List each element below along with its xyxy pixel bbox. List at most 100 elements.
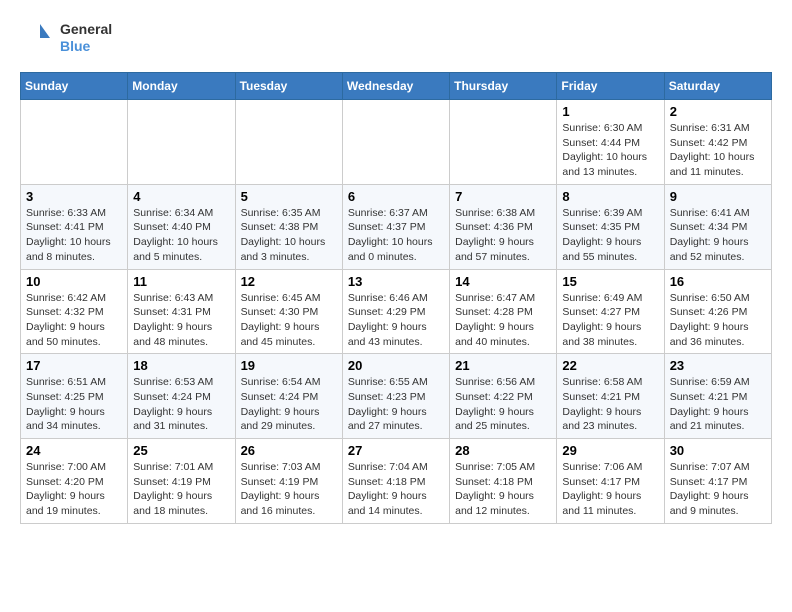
day-info: Sunrise: 6:31 AM Sunset: 4:42 PM Dayligh… (670, 121, 766, 180)
day-info: Sunrise: 6:47 AM Sunset: 4:28 PM Dayligh… (455, 291, 551, 350)
weekday-header: Saturday (664, 73, 771, 100)
day-number: 25 (133, 443, 229, 458)
day-info: Sunrise: 6:43 AM Sunset: 4:31 PM Dayligh… (133, 291, 229, 350)
day-info: Sunrise: 7:06 AM Sunset: 4:17 PM Dayligh… (562, 460, 658, 519)
day-info: Sunrise: 6:38 AM Sunset: 4:36 PM Dayligh… (455, 206, 551, 265)
day-number: 20 (348, 358, 444, 373)
day-info: Sunrise: 6:42 AM Sunset: 4:32 PM Dayligh… (26, 291, 122, 350)
weekday-header: Thursday (450, 73, 557, 100)
calendar-cell: 4 Sunrise: 6:34 AM Sunset: 4:40 PM Daylig… (128, 184, 235, 269)
calendar-cell: 24 Sunrise: 7:00 AM Sunset: 4:20 PM Dayli… (21, 439, 128, 524)
day-number: 27 (348, 443, 444, 458)
logo-svg (20, 20, 56, 56)
calendar-week-row: 10 Sunrise: 6:42 AM Sunset: 4:32 PM Dayli… (21, 269, 772, 354)
day-number: 21 (455, 358, 551, 373)
calendar-week-row: 3 Sunrise: 6:33 AM Sunset: 4:41 PM Daylig… (21, 184, 772, 269)
day-number: 9 (670, 189, 766, 204)
day-info: Sunrise: 6:53 AM Sunset: 4:24 PM Dayligh… (133, 375, 229, 434)
calendar-cell: 9 Sunrise: 6:41 AM Sunset: 4:34 PM Daylig… (664, 184, 771, 269)
calendar-cell: 6 Sunrise: 6:37 AM Sunset: 4:37 PM Daylig… (342, 184, 449, 269)
day-info: Sunrise: 6:56 AM Sunset: 4:22 PM Dayligh… (455, 375, 551, 434)
calendar-cell: 27 Sunrise: 7:04 AM Sunset: 4:18 PM Dayli… (342, 439, 449, 524)
day-info: Sunrise: 6:46 AM Sunset: 4:29 PM Dayligh… (348, 291, 444, 350)
weekday-header: Tuesday (235, 73, 342, 100)
calendar-week-row: 17 Sunrise: 6:51 AM Sunset: 4:25 PM Dayli… (21, 354, 772, 439)
day-info: Sunrise: 7:01 AM Sunset: 4:19 PM Dayligh… (133, 460, 229, 519)
day-number: 11 (133, 274, 229, 289)
calendar-cell: 7 Sunrise: 6:38 AM Sunset: 4:36 PM Daylig… (450, 184, 557, 269)
calendar-cell (235, 100, 342, 185)
calendar-cell: 3 Sunrise: 6:33 AM Sunset: 4:41 PM Daylig… (21, 184, 128, 269)
day-number: 5 (241, 189, 337, 204)
day-number: 30 (670, 443, 766, 458)
day-number: 14 (455, 274, 551, 289)
day-info: Sunrise: 7:07 AM Sunset: 4:17 PM Dayligh… (670, 460, 766, 519)
day-number: 28 (455, 443, 551, 458)
logo: GeneralBlue (20, 20, 112, 56)
calendar-header-row: SundayMondayTuesdayWednesdayThursdayFrid… (21, 73, 772, 100)
day-number: 6 (348, 189, 444, 204)
calendar-cell: 10 Sunrise: 6:42 AM Sunset: 4:32 PM Dayli… (21, 269, 128, 354)
day-info: Sunrise: 6:45 AM Sunset: 4:30 PM Dayligh… (241, 291, 337, 350)
day-number: 17 (26, 358, 122, 373)
calendar-cell: 1 Sunrise: 6:30 AM Sunset: 4:44 PM Daylig… (557, 100, 664, 185)
calendar-cell: 14 Sunrise: 6:47 AM Sunset: 4:28 PM Dayli… (450, 269, 557, 354)
day-number: 23 (670, 358, 766, 373)
calendar-cell (21, 100, 128, 185)
day-info: Sunrise: 6:37 AM Sunset: 4:37 PM Dayligh… (348, 206, 444, 265)
calendar-cell: 18 Sunrise: 6:53 AM Sunset: 4:24 PM Dayli… (128, 354, 235, 439)
weekday-header: Monday (128, 73, 235, 100)
day-info: Sunrise: 7:05 AM Sunset: 4:18 PM Dayligh… (455, 460, 551, 519)
day-info: Sunrise: 7:03 AM Sunset: 4:19 PM Dayligh… (241, 460, 337, 519)
day-number: 10 (26, 274, 122, 289)
day-info: Sunrise: 7:04 AM Sunset: 4:18 PM Dayligh… (348, 460, 444, 519)
day-info: Sunrise: 6:58 AM Sunset: 4:21 PM Dayligh… (562, 375, 658, 434)
weekday-header: Wednesday (342, 73, 449, 100)
day-number: 3 (26, 189, 122, 204)
day-info: Sunrise: 6:49 AM Sunset: 4:27 PM Dayligh… (562, 291, 658, 350)
day-number: 8 (562, 189, 658, 204)
calendar-cell (450, 100, 557, 185)
day-info: Sunrise: 6:41 AM Sunset: 4:34 PM Dayligh… (670, 206, 766, 265)
logo-blue: Blue (60, 38, 112, 55)
day-number: 7 (455, 189, 551, 204)
weekday-header: Sunday (21, 73, 128, 100)
day-info: Sunrise: 6:55 AM Sunset: 4:23 PM Dayligh… (348, 375, 444, 434)
day-number: 12 (241, 274, 337, 289)
calendar-cell: 23 Sunrise: 6:59 AM Sunset: 4:21 PM Dayli… (664, 354, 771, 439)
page-header: GeneralBlue (20, 20, 772, 56)
day-number: 24 (26, 443, 122, 458)
day-number: 1 (562, 104, 658, 119)
day-info: Sunrise: 6:54 AM Sunset: 4:24 PM Dayligh… (241, 375, 337, 434)
day-info: Sunrise: 6:51 AM Sunset: 4:25 PM Dayligh… (26, 375, 122, 434)
day-info: Sunrise: 6:39 AM Sunset: 4:35 PM Dayligh… (562, 206, 658, 265)
day-info: Sunrise: 7:00 AM Sunset: 4:20 PM Dayligh… (26, 460, 122, 519)
day-number: 18 (133, 358, 229, 373)
day-info: Sunrise: 6:59 AM Sunset: 4:21 PM Dayligh… (670, 375, 766, 434)
calendar-week-row: 1 Sunrise: 6:30 AM Sunset: 4:44 PM Daylig… (21, 100, 772, 185)
calendar-cell: 13Sunrise: 6:46 AM Sunset: 4:29 PM Dayli… (342, 269, 449, 354)
calendar-cell: 26 Sunrise: 7:03 AM Sunset: 4:19 PM Dayli… (235, 439, 342, 524)
calendar-cell: 12 Sunrise: 6:45 AM Sunset: 4:30 PM Dayli… (235, 269, 342, 354)
day-number: 4 (133, 189, 229, 204)
calendar-cell (342, 100, 449, 185)
day-number: 29 (562, 443, 658, 458)
day-info: Sunrise: 6:35 AM Sunset: 4:38 PM Dayligh… (241, 206, 337, 265)
calendar-cell: 20 Sunrise: 6:55 AM Sunset: 4:23 PM Dayli… (342, 354, 449, 439)
calendar-cell: 17 Sunrise: 6:51 AM Sunset: 4:25 PM Dayli… (21, 354, 128, 439)
day-number: 2 (670, 104, 766, 119)
day-number: 15 (562, 274, 658, 289)
day-number: 19 (241, 358, 337, 373)
calendar-cell: 2 Sunrise: 6:31 AM Sunset: 4:42 PM Daylig… (664, 100, 771, 185)
calendar-cell: 15 Sunrise: 6:49 AM Sunset: 4:27 PM Dayli… (557, 269, 664, 354)
calendar-cell: 28 Sunrise: 7:05 AM Sunset: 4:18 PM Dayli… (450, 439, 557, 524)
calendar-cell: 30 Sunrise: 7:07 AM Sunset: 4:17 PM Dayli… (664, 439, 771, 524)
day-info: Sunrise: 6:33 AM Sunset: 4:41 PM Dayligh… (26, 206, 122, 265)
day-info: Sunrise: 6:30 AM Sunset: 4:44 PM Dayligh… (562, 121, 658, 180)
calendar-cell: 22Sunrise: 6:58 AM Sunset: 4:21 PM Dayli… (557, 354, 664, 439)
calendar-cell: 19 Sunrise: 6:54 AM Sunset: 4:24 PM Dayli… (235, 354, 342, 439)
day-info: Sunrise: 6:34 AM Sunset: 4:40 PM Dayligh… (133, 206, 229, 265)
day-number: 26 (241, 443, 337, 458)
calendar-cell: 21 Sunrise: 6:56 AM Sunset: 4:22 PM Dayli… (450, 354, 557, 439)
weekday-header: Friday (557, 73, 664, 100)
